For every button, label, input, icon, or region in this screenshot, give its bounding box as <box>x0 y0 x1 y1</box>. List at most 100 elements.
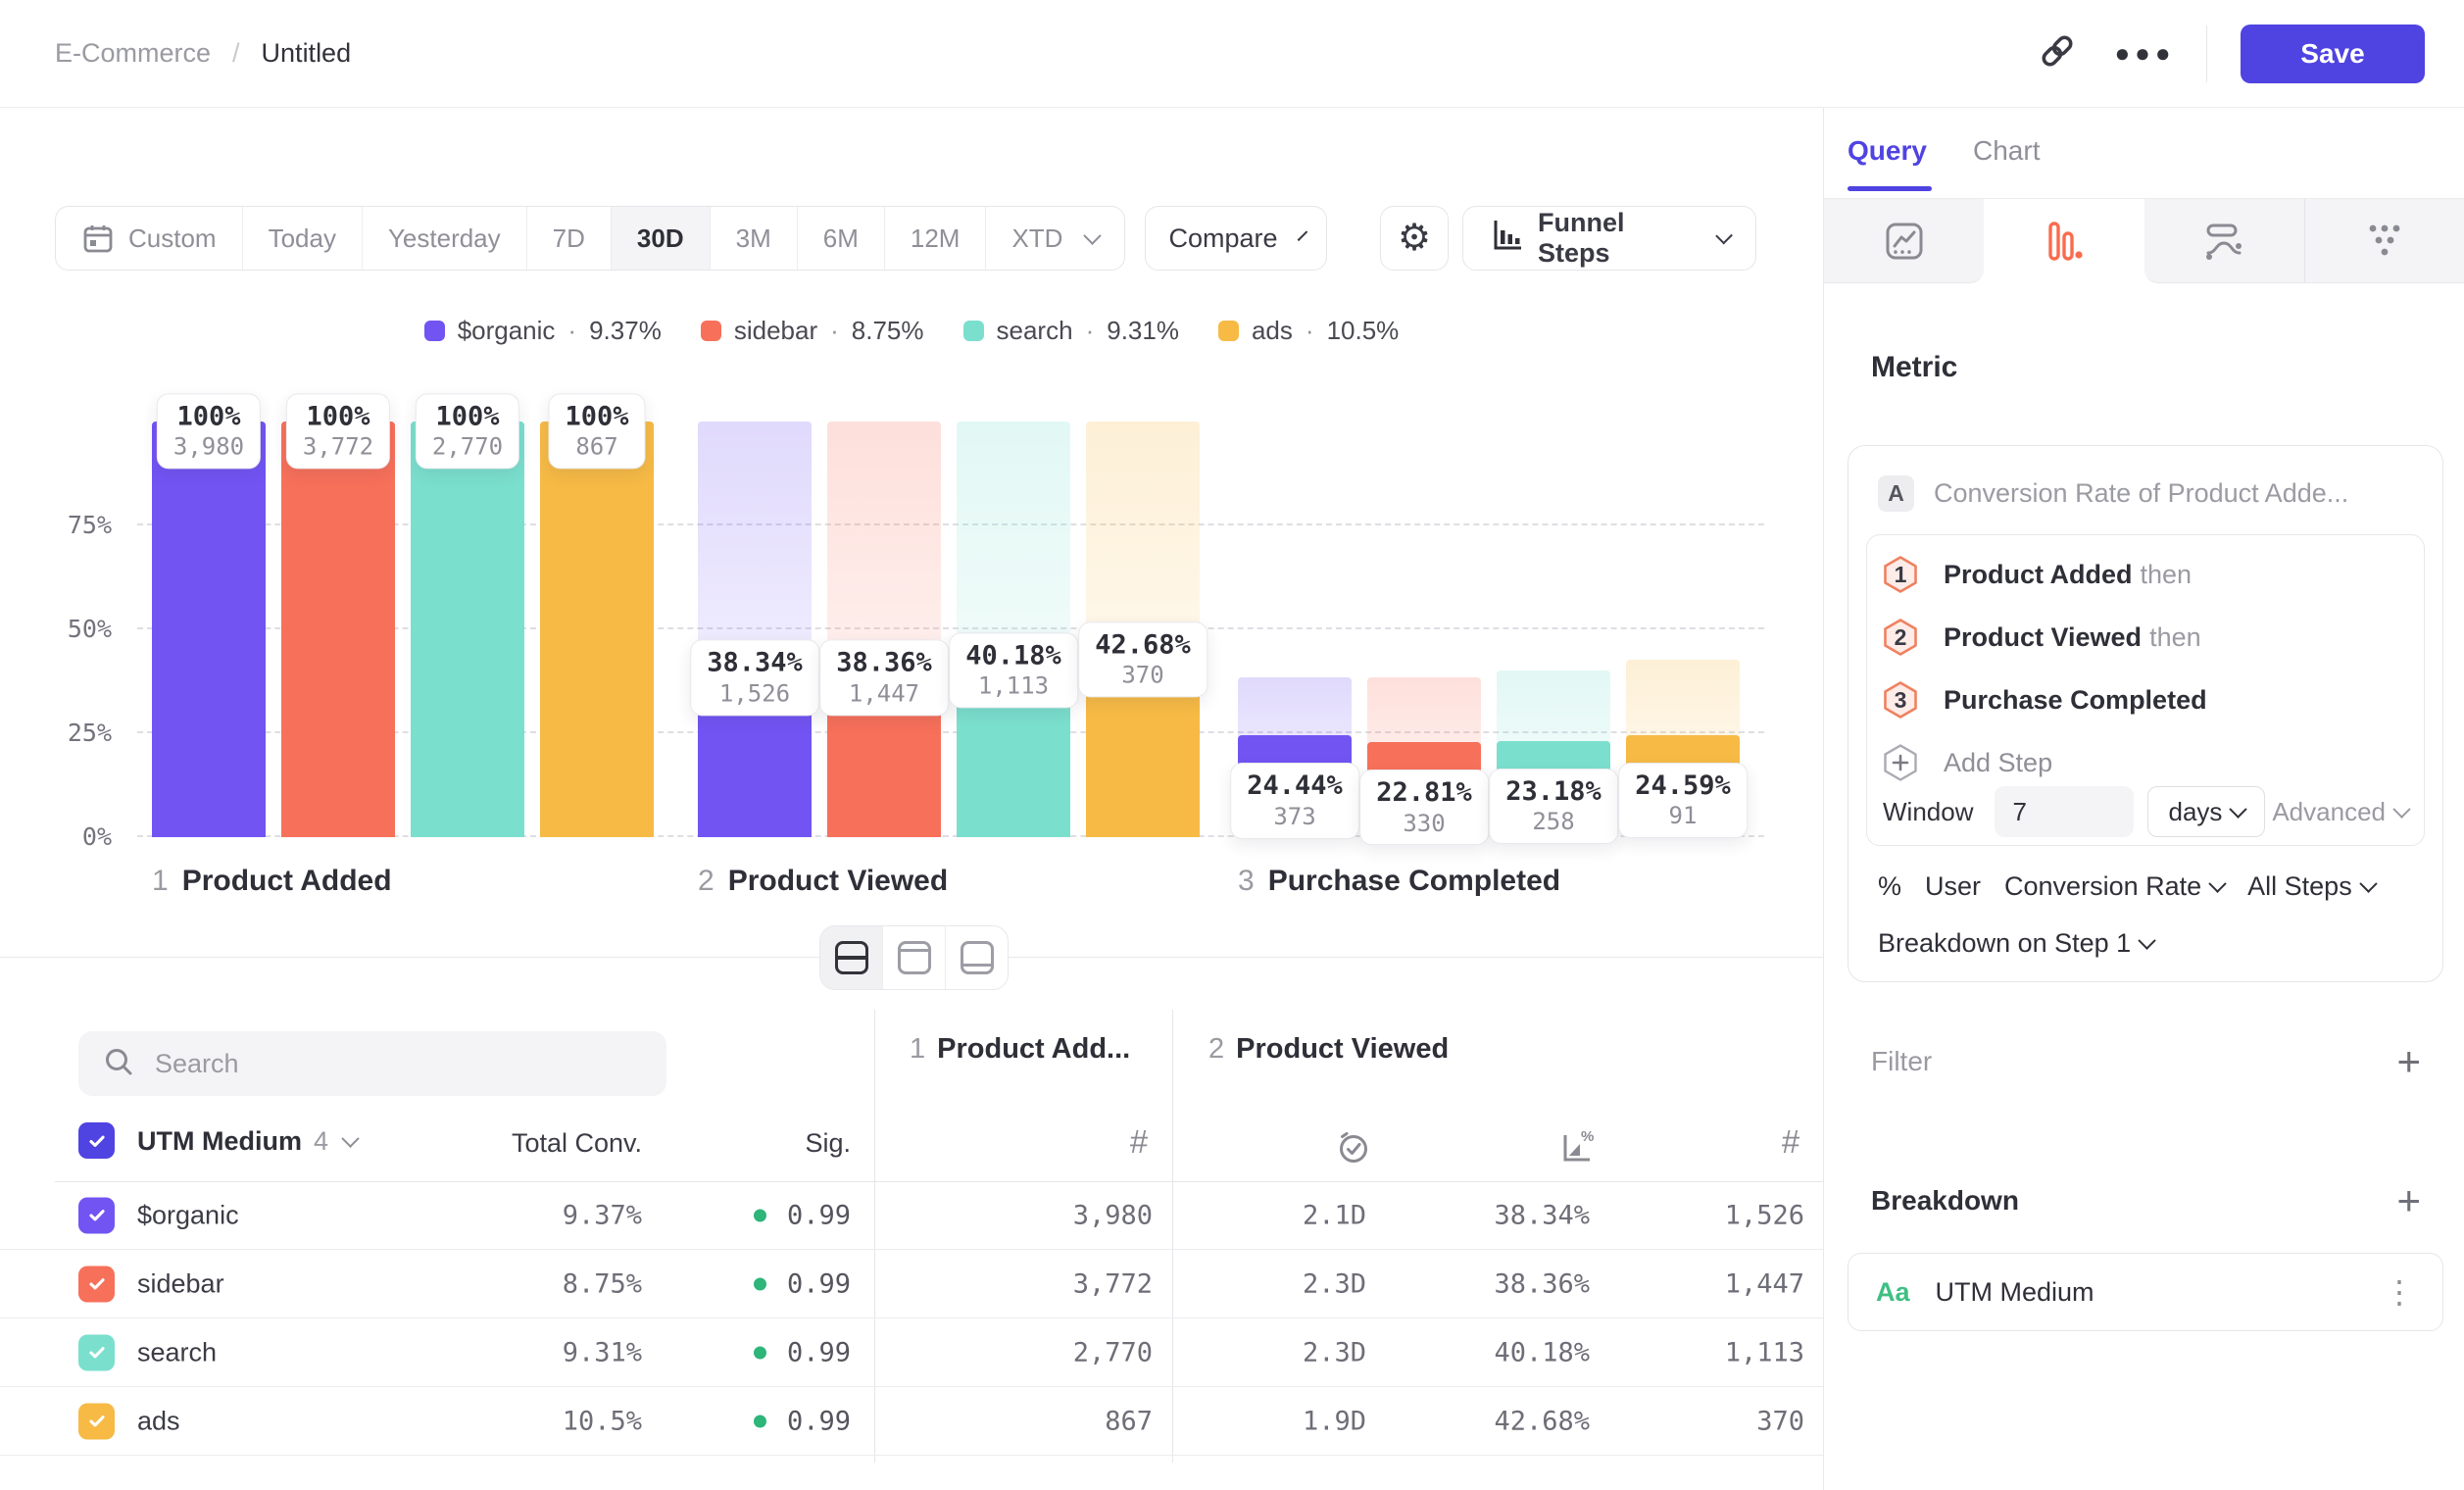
compare-button[interactable]: Compare <box>1145 206 1327 271</box>
funnel-bar-ads[interactable] <box>540 422 654 837</box>
step-number: 2 <box>1208 1033 1224 1065</box>
row-checkbox[interactable] <box>78 1334 115 1370</box>
add-breakdown-button[interactable]: + <box>2396 1180 2421 1221</box>
table-step2-header[interactable]: 2 Product Viewed <box>1208 1033 1449 1066</box>
measurement-metric-select[interactable]: Conversion Rate <box>2004 871 2224 902</box>
search-input[interactable] <box>153 1048 643 1080</box>
select-all-checkbox[interactable] <box>78 1122 115 1159</box>
report-canvas: CustomTodayYesterday7D30D3M 6M 12MXTD Comp… <box>0 108 1823 1490</box>
chart-type-selector[interactable]: Funnel Steps <box>1462 206 1756 271</box>
breakdown-column-header[interactable]: UTM Medium 4 <box>137 1126 357 1157</box>
breadcrumb-parent[interactable]: E-Commerce <box>55 38 211 69</box>
flows-icon <box>2202 220 2245 263</box>
window-unit-select[interactable]: days <box>2147 786 2265 837</box>
y-axis-tick: 50% <box>27 615 112 643</box>
date-range-today[interactable]: Today <box>242 207 362 270</box>
bar-chart-icon <box>1489 218 1524 260</box>
window-label: Window <box>1883 797 1973 827</box>
table-search[interactable] <box>78 1031 666 1096</box>
date-range-6m[interactable]: 6M <box>797 207 884 270</box>
breakdown-property-card[interactable]: Aa UTM Medium ⋮ <box>1848 1253 2443 1331</box>
measurement-scope-select[interactable]: All Steps <box>2247 871 2375 902</box>
funnel-bar-sidebar[interactable] <box>281 422 395 837</box>
legend-item-ads[interactable]: ads·10.5% <box>1218 316 1399 346</box>
significance-dot <box>754 1209 766 1221</box>
date-range-custom[interactable]: Custom <box>56 207 242 270</box>
y-axis-tick: 25% <box>27 719 112 747</box>
funnel-step-row-2[interactable]: 2 Product Viewedthen <box>1883 606 2408 669</box>
row-total-conv: 8.75% <box>563 1268 642 1299</box>
gear-icon: ⚙ <box>1398 220 1431 257</box>
table-step1-header[interactable]: 1Product Add... <box>910 1033 1130 1066</box>
layout-toggle-split-view[interactable] <box>820 926 882 989</box>
step-number: 1 <box>152 865 169 897</box>
table-header-row: UTM Medium 4 Total Conv. Sig. <box>0 1103 1823 1181</box>
step-name: Product Viewed <box>1236 1033 1449 1065</box>
advanced-label: Advanced <box>2272 797 2386 827</box>
sig-column-header[interactable]: Sig. <box>805 1128 851 1159</box>
row-label: ads <box>137 1406 180 1436</box>
legend-item-sidebar[interactable]: sidebar·8.75% <box>701 316 924 346</box>
funnel-step-row-3[interactable]: 3 Purchase Completed <box>1883 669 2408 731</box>
chevron-down-icon <box>2230 800 2247 818</box>
kebab-menu-icon[interactable]: ⋮ <box>2384 1273 2415 1311</box>
total-conv-column-header[interactable]: Total Conv. <box>512 1128 642 1159</box>
bar-value-tooltip: 100%2,770 <box>416 393 519 469</box>
chevron-down-icon <box>1297 230 1307 241</box>
funnel-steps-card: 1 Product Addedthen 2 Product Viewedthen… <box>1866 534 2425 846</box>
tooltip-count: 3,772 <box>303 433 373 462</box>
breakdown-section-header: Breakdown + <box>1871 1180 2421 1221</box>
row-checkbox[interactable] <box>78 1403 115 1439</box>
funnel-bar-$organic[interactable] <box>152 422 266 837</box>
date-range-3m[interactable]: 3M <box>710 207 797 270</box>
layout-toggle-table-only[interactable] <box>945 926 1008 989</box>
legend-value: 10.5% <box>1327 316 1400 346</box>
date-range-12m[interactable]: 12M <box>884 207 986 270</box>
date-range-30d[interactable]: 30D <box>611 207 710 270</box>
date-range-7d[interactable]: 7D <box>526 207 611 270</box>
tooltip-count: 91 <box>1635 802 1731 830</box>
date-range-yesterday[interactable]: Yesterday <box>362 207 526 270</box>
table-row-organic[interactable]: $organic9.37%0.993,9802.1D38.34%1,526 <box>0 1181 1823 1250</box>
measurement-metric-label: Conversion Rate <box>2004 871 2201 902</box>
tooltip-count: 373 <box>1247 803 1343 831</box>
tooltip-count: 1,526 <box>707 679 803 708</box>
tab-chart[interactable]: Chart <box>1973 135 2040 167</box>
more-options-button[interactable]: ●●● <box>2118 26 2173 81</box>
table-row-ads[interactable]: ads10.5%0.998671.9D42.68%370 <box>0 1387 1823 1456</box>
metric-series-row[interactable]: A Conversion Rate of Product Adde... <box>1878 475 2348 512</box>
row-checkbox[interactable] <box>78 1197 115 1233</box>
layout-toggle-chart-only[interactable] <box>882 926 945 989</box>
breakdown-table: $organic9.37%0.993,9802.1D38.34%1,526sid… <box>0 1181 1823 1456</box>
funnel-step-row-1[interactable]: 1 Product Addedthen <box>1883 543 2408 606</box>
tab-flows[interactable] <box>2144 199 2305 283</box>
row-label: $organic <box>137 1200 239 1230</box>
save-button[interactable]: Save <box>2241 25 2425 83</box>
table-row-sidebar[interactable]: sidebar8.75%0.993,7722.3D38.36%1,447 <box>0 1250 1823 1318</box>
chart-settings-button[interactable]: ⚙ <box>1380 206 1449 271</box>
tooltip-percent: 38.36% <box>836 648 932 679</box>
breakdown-on-step-select[interactable]: Breakdown on Step 1 <box>1878 928 2153 959</box>
tab-insights[interactable] <box>1824 199 1984 283</box>
legend-label: sidebar <box>734 316 817 346</box>
date-range-xtd[interactable]: XTD <box>985 207 1124 270</box>
window-value-input[interactable] <box>1995 786 2134 837</box>
row-checkbox[interactable] <box>78 1266 115 1302</box>
date-range-label: 6M <box>823 224 859 254</box>
ellipsis-icon: ●●● <box>2114 38 2175 69</box>
tab-funnels[interactable] <box>1984 199 2144 283</box>
tab-query[interactable]: Query <box>1848 135 1927 167</box>
advanced-toggle[interactable]: Advanced <box>2272 797 2408 827</box>
legend-item-organic[interactable]: $organic·9.37% <box>424 316 662 346</box>
add-filter-button[interactable]: + <box>2396 1041 2421 1082</box>
measurement-entity[interactable]: User <box>1925 871 1981 902</box>
tooltip-count: 3,980 <box>173 433 244 462</box>
table-row-search[interactable]: search9.31%0.992,7702.3D40.18%1,113 <box>0 1318 1823 1387</box>
tooltip-percent: 100% <box>432 401 503 432</box>
legend-swatch <box>701 321 721 341</box>
share-link-button[interactable] <box>2030 26 2085 81</box>
funnel-bar-search[interactable] <box>411 422 524 837</box>
breadcrumb-current[interactable]: Untitled <box>262 38 352 69</box>
legend-item-search[interactable]: search·9.31% <box>963 316 1179 346</box>
tab-retention[interactable] <box>2305 199 2464 283</box>
